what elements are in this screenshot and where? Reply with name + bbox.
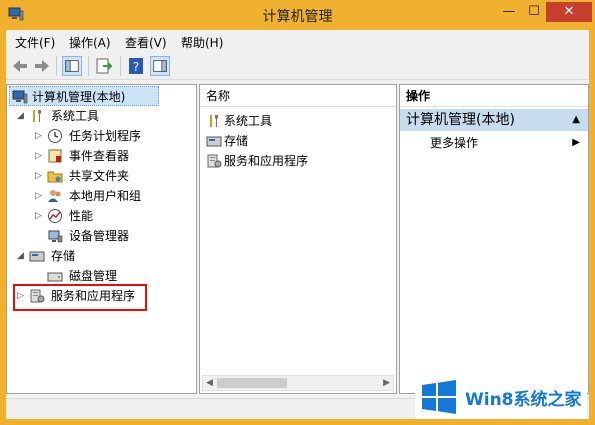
menu-help[interactable]: 帮助(H) bbox=[181, 34, 223, 51]
collapse-up-icon[interactable]: ▲ bbox=[572, 109, 580, 131]
column-header-name[interactable]: 名称 bbox=[200, 85, 396, 107]
storage-icon bbox=[206, 136, 222, 147]
collapsed-arrow-icon[interactable]: ▷ bbox=[35, 146, 42, 166]
tree-item-label: 设备管理器 bbox=[69, 229, 130, 243]
app-window: 计算机管理 — ☐ ✕ 文件(F) 操作(A) 查看(V) 帮助(H) ? 计算… bbox=[0, 0, 595, 425]
tree-item-storage[interactable]: ◢ 存储 bbox=[7, 246, 195, 266]
toolbar-separator bbox=[56, 56, 57, 76]
tree-item-task-scheduler[interactable]: ▷ 任务计划程序 bbox=[7, 126, 195, 146]
back-arrow-icon[interactable] bbox=[10, 56, 30, 76]
computer-management-icon bbox=[12, 90, 28, 104]
tree-item-performance[interactable]: ▷ 性能 bbox=[7, 206, 195, 226]
tree-item-label: 系统工具 bbox=[51, 109, 100, 123]
tree-item-label: 存储 bbox=[51, 249, 76, 263]
users-icon bbox=[48, 190, 61, 202]
list-item-label: 服务和应用程序 bbox=[224, 154, 309, 168]
menu-file[interactable]: 文件(F) bbox=[15, 34, 55, 51]
tree-item-label: 磁盘管理 bbox=[69, 269, 118, 283]
maximize-button[interactable]: ☐ bbox=[522, 2, 546, 22]
menu-bar: 文件(F) 操作(A) 查看(V) 帮助(H) bbox=[6, 30, 589, 52]
tools-icon bbox=[33, 110, 41, 122]
list-item-label: 系统工具 bbox=[224, 114, 273, 128]
collapsed-arrow-icon[interactable]: ▷ bbox=[35, 186, 42, 206]
tree-item-label: 计算机管理(本地) bbox=[32, 90, 126, 104]
more-actions-label: 更多操作 bbox=[430, 136, 479, 150]
services-icon bbox=[207, 154, 222, 168]
title-bar[interactable]: 计算机管理 — ☐ ✕ bbox=[0, 0, 595, 30]
menu-action[interactable]: 操作(A) bbox=[69, 34, 111, 51]
watermark: Win8系统之家 bbox=[415, 375, 587, 419]
windows-logo-icon bbox=[422, 380, 456, 414]
expanded-arrow-icon[interactable]: ◢ bbox=[17, 106, 24, 126]
tree-item-label: 共享文件夹 bbox=[69, 169, 130, 183]
actions-header: 操作 bbox=[400, 85, 588, 107]
close-button[interactable]: ✕ bbox=[546, 2, 592, 22]
forward-arrow-icon[interactable] bbox=[32, 56, 52, 76]
tree-item-local-users[interactable]: ▷ 本地用户和组 bbox=[7, 186, 195, 206]
menu-view[interactable]: 查看(V) bbox=[125, 34, 167, 51]
toolbar-separator bbox=[120, 56, 121, 76]
list-item[interactable]: 存储 bbox=[206, 131, 386, 151]
tree-item-device-manager[interactable]: 设备管理器 bbox=[7, 226, 195, 246]
shared-folder-icon bbox=[47, 171, 63, 183]
tree-item-label: 性能 bbox=[69, 209, 94, 223]
collapsed-arrow-icon[interactable]: ▷ bbox=[35, 206, 42, 226]
list-item[interactable]: 系统工具 bbox=[206, 111, 386, 131]
device-manager-icon bbox=[48, 230, 63, 243]
collapsed-arrow-icon[interactable]: ▷ bbox=[35, 166, 42, 186]
event-log-icon bbox=[48, 149, 62, 163]
svg-text:?: ? bbox=[133, 60, 139, 74]
clock-icon bbox=[48, 129, 62, 143]
scroll-right-icon[interactable]: ▶ bbox=[383, 378, 390, 388]
collapsed-arrow-icon[interactable]: ▷ bbox=[35, 126, 42, 146]
more-actions-item[interactable]: 更多操作 ▶ bbox=[400, 133, 588, 153]
scrollbar-thumb[interactable] bbox=[217, 378, 287, 388]
client-area: 文件(F) 操作(A) 查看(V) 帮助(H) ? 计算机管理(本地) ◢ 系统… bbox=[6, 30, 589, 419]
watermark-text: Win8系统之家 bbox=[465, 390, 582, 410]
tree-item-system-tools[interactable]: ◢ 系统工具 bbox=[7, 106, 195, 126]
horizontal-scrollbar[interactable]: ◀ ▶ bbox=[202, 375, 394, 391]
console-tree: 计算机管理(本地) ◢ 系统工具 ▷ 任务计划程序 ▷ 事件查看器 ▷ 共享文件… bbox=[6, 84, 197, 394]
list-item-label: 存储 bbox=[224, 134, 249, 148]
highlight-box bbox=[13, 284, 147, 311]
list-item[interactable]: 服务和应用程序 bbox=[206, 151, 386, 171]
toolbar-separator bbox=[88, 56, 89, 76]
tree-item-root[interactable]: 计算机管理(本地) bbox=[9, 86, 159, 106]
tree-item-label: 本地用户和组 bbox=[69, 189, 142, 203]
show-hide-action-pane-icon[interactable] bbox=[150, 56, 170, 76]
actions-pane: 操作 计算机管理(本地) ▲ 更多操作 ▶ bbox=[399, 84, 589, 394]
toolbar: ? bbox=[6, 52, 589, 80]
actions-section-label: 计算机管理(本地) bbox=[406, 112, 515, 128]
submenu-arrow-icon: ▶ bbox=[572, 137, 580, 148]
tree-item-label: 任务计划程序 bbox=[69, 129, 142, 143]
show-hide-tree-icon[interactable] bbox=[62, 56, 82, 76]
disk-icon bbox=[47, 272, 63, 282]
storage-icon bbox=[29, 251, 45, 262]
tree-item-event-viewer[interactable]: ▷ 事件查看器 bbox=[7, 146, 195, 166]
performance-icon bbox=[48, 209, 62, 223]
actions-section-header[interactable]: 计算机管理(本地) ▲ bbox=[400, 109, 588, 131]
scroll-left-icon[interactable]: ◀ bbox=[206, 378, 213, 388]
export-list-icon[interactable] bbox=[94, 56, 114, 76]
tree-item-label: 事件查看器 bbox=[69, 149, 130, 163]
tree-item-disk-management[interactable]: 磁盘管理 bbox=[7, 266, 195, 286]
content-list: 名称 系统工具 存储 服务和应用程序 ◀ ▶ bbox=[199, 84, 397, 394]
tools-icon bbox=[210, 115, 218, 127]
tree-item-shared-folders[interactable]: ▷ 共享文件夹 bbox=[7, 166, 195, 186]
help-icon[interactable]: ? bbox=[126, 56, 146, 76]
minimize-button[interactable]: — bbox=[496, 2, 522, 22]
expanded-arrow-icon[interactable]: ◢ bbox=[17, 246, 24, 266]
